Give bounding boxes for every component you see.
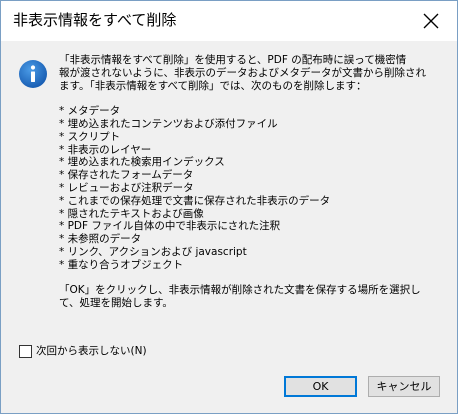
close-button[interactable] bbox=[419, 9, 443, 33]
dont-show-again-row[interactable]: 次回から表示しない(N) bbox=[19, 343, 147, 359]
button-bar: OK キャンセル bbox=[1, 359, 457, 413]
title-bar: 非表示情報をすべて削除 bbox=[1, 1, 457, 41]
dont-show-again-label[interactable]: 次回から表示しない(N) bbox=[36, 344, 147, 358]
cancel-button[interactable]: キャンセル bbox=[368, 376, 440, 397]
close-icon bbox=[423, 13, 439, 29]
remove-hidden-info-dialog: 非表示情報をすべて削除 「非表示情報をすべて削除」を使用すると、PDF の配布時… bbox=[0, 0, 458, 414]
ok-button[interactable]: OK bbox=[284, 376, 357, 397]
info-icon bbox=[18, 59, 48, 89]
dialog-body: 「非表示情報をすべて削除」を使用すると、PDF の配布時に誤って機密情 報が渡さ… bbox=[1, 41, 457, 359]
dialog-title: 非表示情報をすべて削除 bbox=[13, 11, 177, 29]
dont-show-again-checkbox[interactable] bbox=[19, 344, 32, 358]
message-text: 「非表示情報をすべて削除」を使用すると、PDF の配布時に誤って機密情 報が渡さ… bbox=[59, 54, 426, 310]
